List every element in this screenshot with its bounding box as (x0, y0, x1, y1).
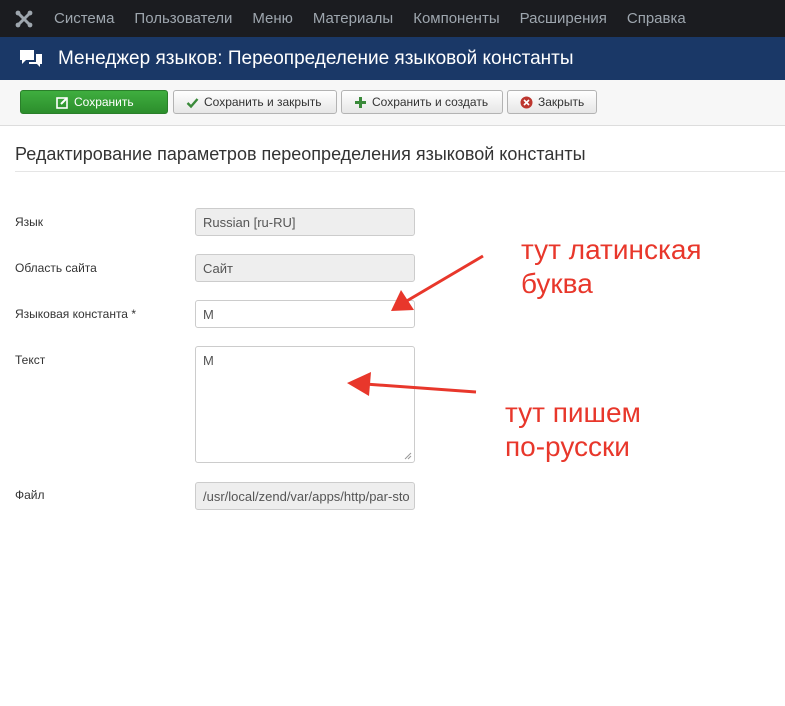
file-label: Файл (15, 488, 45, 502)
plus-icon (353, 95, 367, 109)
joomla-logo-icon[interactable] (6, 0, 42, 37)
annotation-russian-line1: тут пишем (505, 397, 641, 428)
text-textarea[interactable]: М (195, 346, 415, 463)
annotation-latin-line1: тут латинская (521, 234, 702, 265)
page-header: Менеджер языков: Переопределение языково… (0, 37, 785, 80)
menu-item-help[interactable]: Справка (627, 10, 686, 27)
form-legend: Редактирование параметров переопределени… (15, 144, 586, 164)
save-button[interactable]: Сохранить (20, 90, 168, 114)
key-label: Языковая константа * (15, 307, 136, 321)
menu-item-content[interactable]: Материалы (313, 10, 393, 27)
menu-item-system[interactable]: Система (54, 10, 114, 27)
top-menu: Система Пользователи Меню Материалы Комп… (54, 10, 706, 27)
annotation-latin-letter: тут латинская буква (521, 233, 702, 301)
resize-grip-icon[interactable] (403, 451, 412, 460)
close-button[interactable]: Закрыть (507, 90, 597, 114)
annotation-latin-line2: буква (521, 268, 593, 299)
menu-item-users[interactable]: Пользователи (134, 10, 232, 27)
save-button-label: Сохранить (74, 95, 134, 109)
save-and-close-label: Сохранить и закрыть (204, 95, 322, 109)
client-label: Область сайта (15, 261, 97, 275)
text-label: Текст (15, 353, 46, 367)
top-menu-bar: Система Пользователи Меню Материалы Комп… (0, 0, 785, 37)
save-and-new-button[interactable]: Сохранить и создать (341, 90, 503, 114)
cancel-circle-icon (519, 95, 533, 109)
comments-icon (18, 47, 48, 71)
file-field: /usr/local/zend/var/apps/http/par-sto (195, 482, 415, 510)
menu-item-extensions[interactable]: Расширения (520, 10, 607, 27)
key-input[interactable]: М (195, 300, 415, 328)
client-field: Сайт (195, 254, 415, 282)
close-button-label: Закрыть (538, 95, 585, 109)
page-title: Менеджер языков: Переопределение языково… (58, 47, 574, 69)
annotation-russian-line2: по-русски (505, 431, 630, 462)
toolbar: Сохранить Сохранить и закрыть Сохранить … (0, 80, 785, 126)
save-and-close-button[interactable]: Сохранить и закрыть (173, 90, 337, 114)
edit-icon (55, 95, 69, 109)
language-label: Язык (15, 215, 44, 229)
language-field: Russian [ru-RU] (195, 208, 415, 236)
menu-item-components[interactable]: Компоненты (413, 10, 499, 27)
text-value: М (203, 353, 214, 368)
check-icon (185, 95, 199, 109)
annotation-write-russian: тут пишем по-русски (505, 396, 641, 464)
save-and-new-label: Сохранить и создать (372, 95, 489, 109)
legend-divider (15, 171, 785, 172)
menu-item-menus[interactable]: Меню (252, 10, 293, 27)
